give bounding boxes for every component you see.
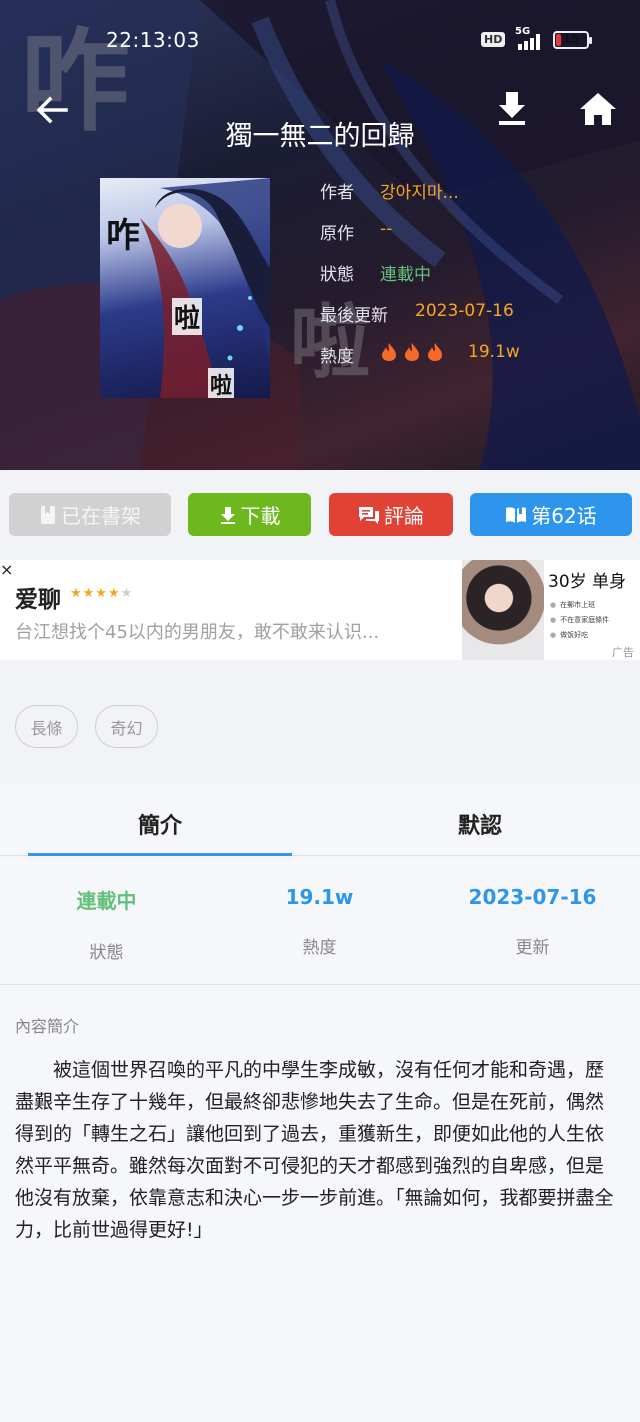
tag-chip[interactable]: 長條: [15, 705, 78, 748]
origin-label: 原作: [320, 224, 354, 244]
stat-updated: 2023-07-16 更新: [426, 885, 639, 958]
stat-label: 狀態: [89, 943, 124, 963]
ad-image[interactable]: 30岁 单身 在郵市上班 不在意家庭條件 做饭好吃 广告: [462, 560, 640, 660]
tag-list: 長條 奇幻: [0, 684, 640, 772]
stat-label: 熱度: [302, 938, 337, 958]
book-icon: [41, 505, 55, 524]
cover-text-2: 啦: [172, 298, 203, 335]
ad-promo-line: 做饭好吃: [550, 630, 588, 640]
download-button[interactable]: 下載: [188, 493, 311, 536]
signal-icon: [518, 34, 544, 50]
flame-icon: [405, 343, 419, 361]
stat-value: 2023-07-16: [468, 885, 597, 909]
comic-info: 作者 강아지마... 原作 -- 狀態 連載中 最後更新 2023-07-16 …: [320, 174, 620, 379]
open-book-icon: [506, 505, 527, 523]
ad-close-icon[interactable]: ×: [0, 560, 22, 582]
ad-banner[interactable]: 爱聊 ★★★★★ 台江想找个45以内的男朋友，敢不敢来认识... 30岁 单身 …: [0, 560, 640, 660]
ad-promo-line: 不在意家庭條件: [550, 615, 609, 625]
author-value[interactable]: 강아지마...: [380, 178, 459, 203]
info-origin-row: 原作 --: [320, 215, 620, 256]
comic-header: 咋 啦 22:13:03 HD 5G 15 獨一無二的回歸 咋 啦 啦 作者 강…: [0, 0, 640, 470]
flame-icon: [382, 343, 396, 361]
ad-description: 台江想找个45以内的男朋友，敢不敢来认识...: [15, 622, 380, 643]
info-updated-row: 最後更新 2023-07-16: [320, 297, 620, 338]
tag-chip[interactable]: 奇幻: [95, 705, 158, 748]
tab-bar: 簡介 默認: [0, 784, 640, 856]
updated-label: 最後更新: [320, 306, 388, 326]
stat-heat: 19.1w 熱度: [213, 885, 426, 958]
on-shelf-button[interactable]: 已在書架: [9, 493, 171, 536]
ad-photo: [462, 560, 544, 660]
comment-button[interactable]: 評論: [329, 493, 453, 536]
author-label: 作者: [320, 183, 354, 203]
synopsis-section: 內容簡介 被這個世界召喚的平凡的中學生李成敏，沒有任何才能和奇遇，歷盡艱辛生存了…: [0, 986, 640, 1422]
ad-label: 广告: [612, 646, 634, 659]
download-label: 下載: [240, 504, 281, 528]
origin-value: --: [380, 219, 393, 239]
battery-icon: 15: [553, 31, 592, 49]
read-chapter-button[interactable]: 第62话: [470, 493, 632, 536]
action-bar: 已在書架 下載 評論 第62话: [0, 470, 640, 560]
hd-badge: HD: [481, 32, 506, 47]
info-status-row: 狀態 連載中: [320, 256, 620, 297]
battery-level: 15: [562, 32, 580, 46]
tab-indicator: [28, 853, 292, 856]
status-value: 連載中: [380, 265, 431, 285]
heat-label: 熱度: [320, 347, 354, 367]
stats-row: 連載中 狀態 19.1w 熱度 2023-07-16 更新: [0, 857, 640, 985]
comment-icon: [359, 506, 379, 524]
ad-promo-title: 30岁 单身: [548, 572, 627, 592]
updated-value: 2023-07-16: [415, 301, 514, 321]
ad-promo-line: 在郵市上班: [550, 600, 595, 610]
download-icon: [220, 506, 235, 524]
stat-value: 連載中: [76, 889, 137, 913]
info-heat-row: 熱度 19.1w: [320, 338, 620, 379]
ad-rating: ★★★★★: [70, 586, 134, 601]
comment-label: 評論: [384, 504, 424, 528]
stat-label: 更新: [515, 938, 550, 958]
status-time: 22:13:03: [106, 28, 200, 52]
ad-app-name: 爱聊: [15, 587, 61, 613]
tab-intro[interactable]: 簡介: [0, 808, 320, 840]
info-author-row: 作者 강아지마...: [320, 174, 620, 215]
stat-value: 19.1w: [285, 885, 354, 909]
tab-default[interactable]: 默認: [320, 808, 640, 840]
comic-title: 獨一無二的回歸: [225, 121, 415, 152]
heat-flames: [380, 342, 449, 366]
heat-value: 19.1w: [468, 342, 520, 362]
synopsis-title: 內容簡介: [15, 1017, 80, 1036]
flame-icon: [428, 343, 442, 361]
cover-text-3: 啦: [208, 368, 235, 398]
synopsis-text: 被這個世界召喚的平凡的中學生李成敏，沒有任何才能和奇遇，歷盡艱辛生存了十幾年，但…: [15, 1059, 614, 1241]
on-shelf-label: 已在書架: [61, 504, 141, 528]
stat-status: 連載中 狀態: [0, 885, 213, 963]
status-label: 狀態: [320, 265, 354, 285]
read-chapter-label: 第62话: [531, 504, 597, 528]
comic-cover[interactable]: 咋 啦 啦: [100, 178, 270, 398]
status-bar: 22:13:03 HD 5G 15: [0, 26, 640, 56]
cover-text-1: 咋: [106, 216, 140, 256]
